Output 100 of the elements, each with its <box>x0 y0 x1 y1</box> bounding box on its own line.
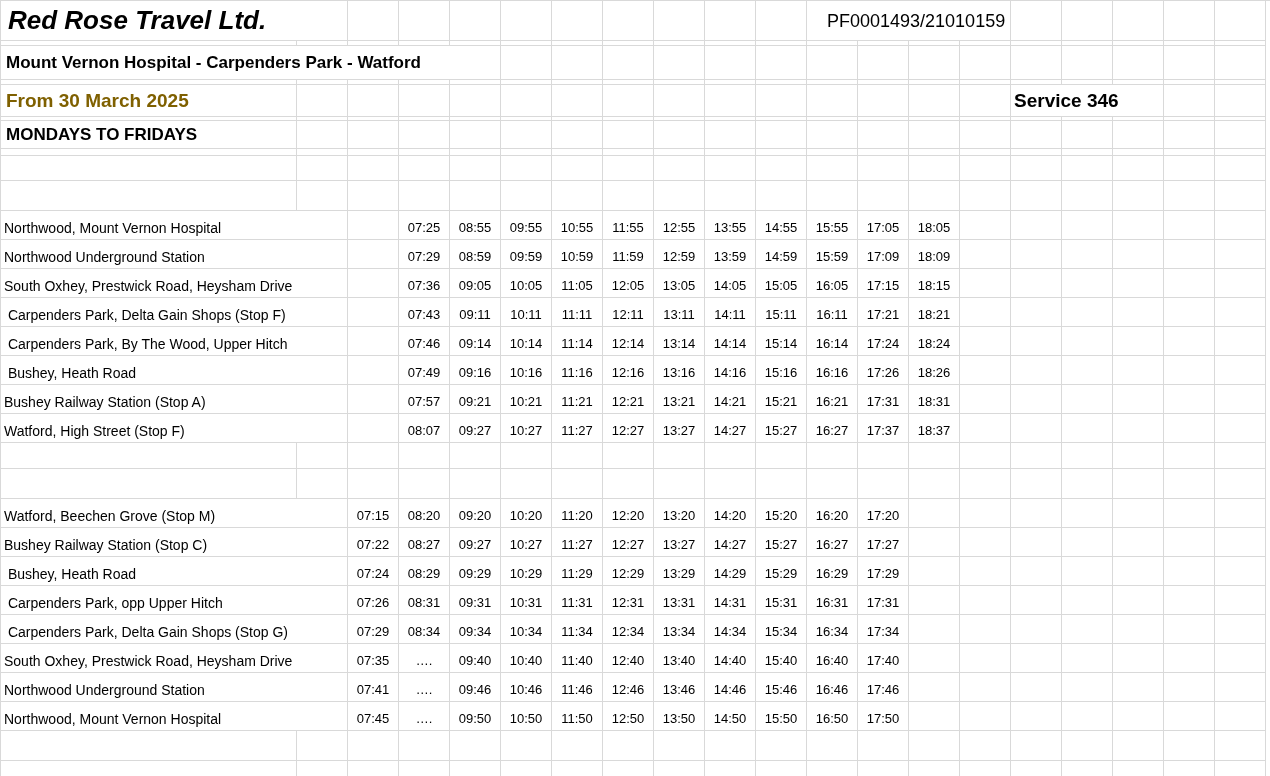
empty-cell[interactable] <box>297 121 348 149</box>
departure-time[interactable]: 11:31 <box>552 586 603 615</box>
empty-cell[interactable] <box>1215 731 1266 761</box>
departure-time[interactable]: 17:31 <box>858 385 909 414</box>
departure-time[interactable]: 13:27 <box>654 414 705 443</box>
empty-cell[interactable] <box>1215 211 1266 240</box>
empty-cell[interactable] <box>1215 181 1266 211</box>
empty-cell[interactable] <box>960 121 1011 149</box>
departure-time[interactable]: 07:35 <box>348 644 399 673</box>
empty-cell[interactable] <box>348 41 399 46</box>
departure-time[interactable]: 14:34 <box>705 615 756 644</box>
empty-cell[interactable] <box>1062 1 1113 41</box>
departure-time[interactable]: 17:40 <box>858 644 909 673</box>
departure-time[interactable]: 12:16 <box>603 356 654 385</box>
empty-cell[interactable] <box>1062 181 1113 211</box>
departure-time[interactable]: 09:11 <box>450 298 501 327</box>
empty-cell[interactable] <box>297 443 348 469</box>
empty-cell[interactable] <box>756 181 807 211</box>
empty-cell[interactable] <box>705 41 756 46</box>
empty-cell[interactable] <box>909 46 960 80</box>
empty-cell[interactable] <box>756 80 807 85</box>
empty-cell[interactable] <box>1113 298 1164 327</box>
empty-cell[interactable] <box>552 46 603 80</box>
empty-cell[interactable] <box>1113 41 1164 46</box>
empty-cell[interactable] <box>450 469 501 499</box>
empty-cell[interactable] <box>1113 149 1164 156</box>
empty-cell[interactable] <box>1062 156 1113 181</box>
departure-time[interactable]: 13:16 <box>654 356 705 385</box>
empty-cell[interactable] <box>960 385 1011 414</box>
empty-cell[interactable] <box>807 181 858 211</box>
empty-cell[interactable] <box>807 469 858 499</box>
empty-cell[interactable] <box>807 731 858 761</box>
empty-cell[interactable] <box>654 149 705 156</box>
empty-cell[interactable] <box>552 156 603 181</box>
empty-cell[interactable] <box>654 80 705 85</box>
empty-cell[interactable] <box>1011 181 1062 211</box>
departure-time[interactable]: 12:27 <box>603 528 654 557</box>
departure-time[interactable]: 17:27 <box>858 528 909 557</box>
empty-cell[interactable] <box>1164 117 1215 121</box>
empty-cell[interactable] <box>1113 181 1164 211</box>
departure-time[interactable]: 09:50 <box>450 702 501 731</box>
departure-time[interactable]: 13:46 <box>654 673 705 702</box>
empty-cell[interactable] <box>1215 149 1266 156</box>
empty-cell[interactable] <box>1062 557 1113 586</box>
departure-time[interactable]: 07:43 <box>399 298 450 327</box>
empty-cell[interactable] <box>960 181 1011 211</box>
departure-time[interactable]: 09:20 <box>450 499 501 528</box>
departure-time[interactable]: 17:09 <box>858 240 909 269</box>
empty-cell[interactable] <box>1215 46 1266 80</box>
empty-cell[interactable] <box>960 41 1011 46</box>
empty-cell[interactable] <box>297 156 348 181</box>
empty-cell[interactable] <box>654 1 705 41</box>
empty-cell[interactable] <box>450 156 501 181</box>
departure-time[interactable]: 13:59 <box>705 240 756 269</box>
departure-time[interactable]: 16:29 <box>807 557 858 586</box>
empty-cell[interactable] <box>603 469 654 499</box>
empty-cell[interactable] <box>654 469 705 499</box>
empty-cell[interactable] <box>1164 121 1215 149</box>
empty-cell[interactable] <box>399 469 450 499</box>
departure-time[interactable]: 18:21 <box>909 298 960 327</box>
empty-cell[interactable] <box>807 46 858 80</box>
departure-time[interactable]: 13:11 <box>654 298 705 327</box>
empty-cell[interactable] <box>909 499 960 528</box>
departure-time[interactable]: 16:21 <box>807 385 858 414</box>
empty-cell[interactable] <box>654 41 705 46</box>
departure-time[interactable]: 08:20 <box>399 499 450 528</box>
empty-cell[interactable] <box>909 557 960 586</box>
empty-cell[interactable] <box>960 644 1011 673</box>
empty-cell[interactable] <box>756 156 807 181</box>
empty-cell[interactable] <box>1011 149 1062 156</box>
empty-cell[interactable] <box>654 46 705 80</box>
empty-cell[interactable] <box>348 327 399 356</box>
empty-cell[interactable] <box>654 731 705 761</box>
empty-cell[interactable] <box>501 80 552 85</box>
empty-cell[interactable] <box>909 117 960 121</box>
empty-cell[interactable] <box>450 181 501 211</box>
empty-cell[interactable] <box>1215 356 1266 385</box>
departure-time[interactable]: 08:07 <box>399 414 450 443</box>
departure-time[interactable]: 09:14 <box>450 327 501 356</box>
departure-time[interactable]: 13:34 <box>654 615 705 644</box>
empty-cell[interactable] <box>1011 414 1062 443</box>
departure-time[interactable]: 12:21 <box>603 385 654 414</box>
empty-cell[interactable] <box>858 85 909 117</box>
departure-time[interactable]: 17:26 <box>858 356 909 385</box>
empty-cell[interactable] <box>348 385 399 414</box>
empty-cell[interactable] <box>1164 211 1215 240</box>
departure-time[interactable]: 16:40 <box>807 644 858 673</box>
empty-cell[interactable] <box>960 586 1011 615</box>
empty-cell[interactable] <box>1062 149 1113 156</box>
stop-name[interactable]: Carpenders Park, Delta Gain Shops (Stop G) <box>1 615 348 644</box>
empty-cell[interactable] <box>1164 586 1215 615</box>
departure-time[interactable]: 10:21 <box>501 385 552 414</box>
empty-cell[interactable] <box>501 121 552 149</box>
empty-cell[interactable] <box>1164 499 1215 528</box>
stop-name[interactable]: Northwood, Mount Vernon Hospital <box>1 702 348 731</box>
empty-cell[interactable] <box>1011 356 1062 385</box>
empty-cell[interactable] <box>1215 469 1266 499</box>
empty-cell[interactable] <box>399 41 450 46</box>
empty-cell[interactable] <box>705 117 756 121</box>
empty-cell[interactable] <box>654 156 705 181</box>
